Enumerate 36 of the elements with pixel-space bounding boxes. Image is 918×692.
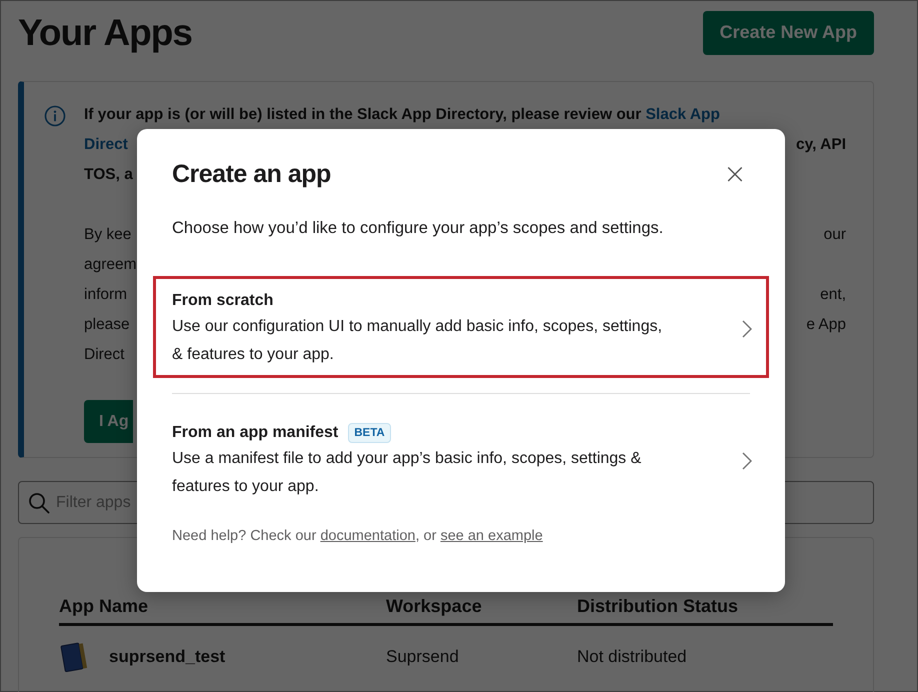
option-item[interactable]: From an app manifest BETA Use a manifest file to add your app’s basic info, scopes, settings & features to your app. <box>153 408 769 510</box>
banner-text: e App <box>806 315 846 335</box>
help-link[interactable]: see an example <box>440 528 543 544</box>
option-item[interactable]: From scratch Use our configuration UI to manually add basic info, scopes, settings, & features to your app. <box>153 276 769 378</box>
banner-text: ent, <box>820 285 846 305</box>
option-title: From an app manifest <box>172 423 338 443</box>
banner-text: our <box>824 225 846 245</box>
chevron-right-icon <box>742 452 752 470</box>
help-text: Need help? Check our documentation, or see an example <box>172 527 544 546</box>
banner-text: please <box>84 316 130 333</box>
app-name-cell[interactable]: suprsend_test <box>109 647 226 667</box>
modal-subtitle: Choose how you’d like to configure your app’s scopes and settings. <box>172 218 664 239</box>
modal-title: Create an app <box>172 159 331 190</box>
info-icon <box>44 105 66 127</box>
column-header: Distribution Status <box>577 596 739 617</box>
option-title: From scratch <box>172 291 274 311</box>
workspace-cell-text: Suprsend <box>386 647 460 667</box>
column-header: App Name <box>59 596 150 617</box>
column-header: Workspace <box>386 596 483 617</box>
beta-badge: BETA <box>348 423 391 443</box>
page-title: Your Apps <box>18 12 192 54</box>
banner-text: By kee <box>84 226 132 243</box>
status-cell-text: Not distributed <box>577 647 688 667</box>
banner-text: cy, API <box>796 135 846 155</box>
banner-text: If your app is (or will be) listed in the Slack App Directory, please review our <box>84 106 642 123</box>
banner-text: agreem <box>84 256 137 273</box>
option-description: Use a manifest file to add your app’s basic info, scopes, settings & features to your app. <box>172 449 642 497</box>
chevron-right-icon <box>742 320 752 338</box>
banner-text: TOS, a <box>84 166 133 183</box>
search-icon <box>28 492 50 514</box>
option-description: Use our configuration UI to manually add basic info, scopes, settings, & features to your app. <box>172 317 664 365</box>
close-button[interactable]: × <box>723 162 747 186</box>
book-icon <box>59 641 89 673</box>
banner-text: inform <box>84 286 128 303</box>
help-link[interactable]: documentation <box>320 528 416 544</box>
banner-text: Direct <box>84 346 124 363</box>
